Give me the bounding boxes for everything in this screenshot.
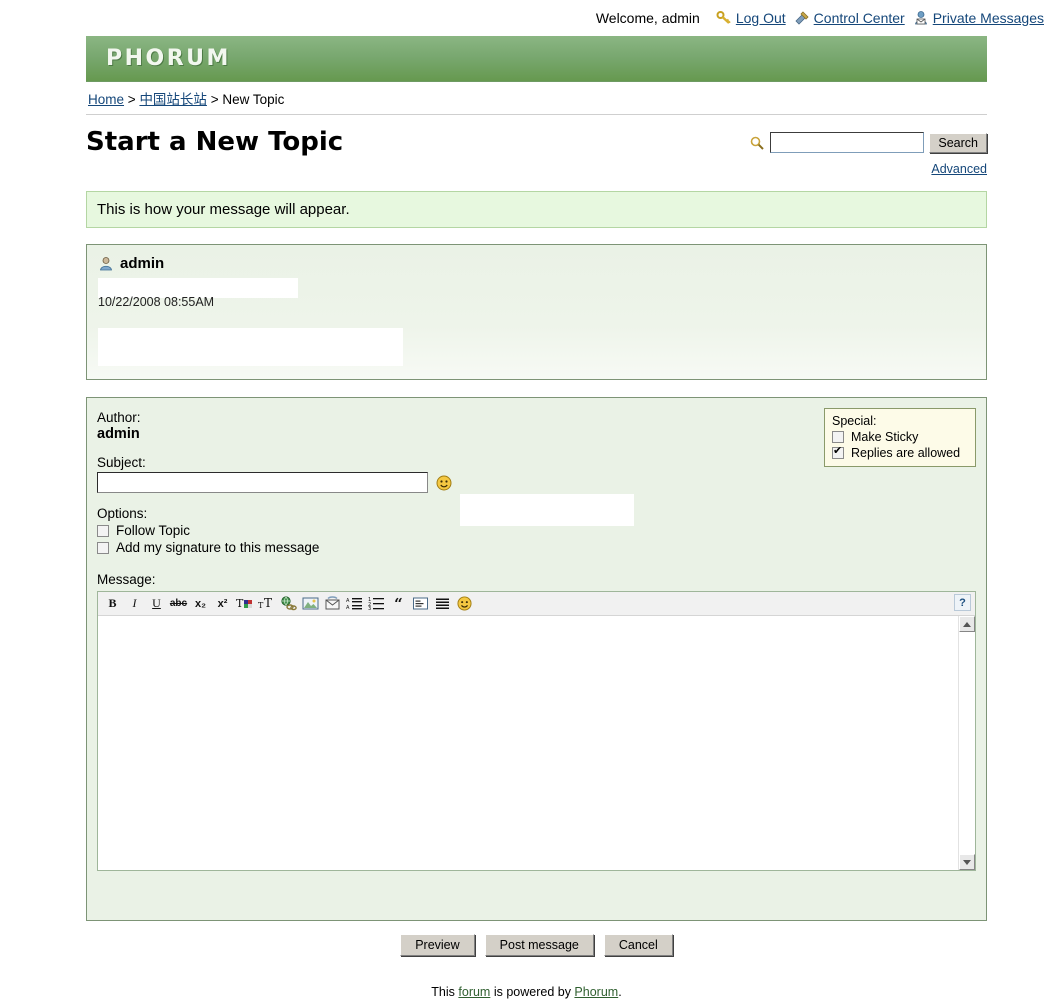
smiley-icon[interactable]: [436, 475, 452, 491]
user-bar: Welcome, admin Log Out Control Center Pr…: [0, 0, 1053, 36]
site-banner: PHORUM: [86, 36, 987, 82]
search-area: Search Advanced: [749, 127, 987, 176]
font-size-icon[interactable]: T T: [256, 594, 277, 613]
editor-toolbar: B I U abc x₂ x² T T T A A 1 2 3 “ ?: [98, 592, 975, 616]
svg-text:A: A: [346, 598, 350, 604]
svg-text:T: T: [264, 596, 272, 610]
make-sticky-label: Make Sticky: [851, 430, 919, 444]
follow-topic-checkbox[interactable]: [97, 524, 109, 537]
private-messages-link-wrap[interactable]: Private Messages: [913, 10, 1044, 26]
cancel-button[interactable]: Cancel: [603, 934, 673, 956]
align-icon[interactable]: [432, 594, 453, 613]
breadcrumb-sep-2: >: [210, 92, 219, 107]
add-signature-label: Add my signature to this message: [116, 540, 320, 555]
add-signature-option[interactable]: Add my signature to this message: [97, 540, 976, 555]
footer-pre: This: [431, 985, 459, 999]
subject-row: [97, 472, 976, 493]
quote-icon[interactable]: “: [388, 594, 409, 613]
svg-text:3: 3: [368, 606, 371, 611]
special-label: Special:: [832, 414, 877, 428]
chevron-down-icon: [963, 859, 971, 865]
scroll-down-button[interactable]: [959, 854, 975, 870]
chevron-up-icon: [963, 621, 971, 627]
private-messages-link[interactable]: Private Messages: [933, 10, 1044, 26]
user-icon: [98, 256, 114, 272]
follow-topic-label: Follow Topic: [116, 523, 191, 538]
search-button[interactable]: Search: [929, 132, 987, 153]
logout-link[interactable]: Log Out: [736, 10, 786, 26]
subject-input[interactable]: [97, 472, 428, 493]
message-textarea[interactable]: [98, 616, 975, 870]
add-signature-checkbox[interactable]: [97, 541, 109, 554]
make-sticky-checkbox[interactable]: [832, 431, 844, 443]
smiley-panel-blank: [460, 494, 634, 526]
italic-icon[interactable]: I: [124, 594, 145, 613]
replies-allowed-checkbox[interactable]: [832, 445, 844, 459]
control-center-link-wrap[interactable]: Control Center: [794, 10, 905, 26]
replies-allowed-option[interactable]: Replies are allowed: [832, 445, 968, 460]
preview-author-name: admin: [120, 255, 165, 272]
special-options-panel: Special: Make Sticky Replies are allowed: [824, 408, 976, 467]
preview-notice: This is how your message will appear.: [86, 191, 987, 228]
svg-text:T: T: [236, 597, 244, 610]
message-preview: admin 10/22/2008 08:55AM: [86, 244, 987, 380]
subscript-icon[interactable]: x₂: [190, 594, 211, 613]
numbered-list-icon[interactable]: 1 2 3: [366, 594, 387, 613]
scroll-up-button[interactable]: [959, 616, 975, 632]
page-root: Welcome, admin Log Out Control Center Pr…: [0, 0, 1053, 1007]
form-actions: Preview Post message Cancel: [86, 934, 987, 956]
breadcrumb-home[interactable]: Home: [88, 92, 124, 107]
magnifier-icon: [749, 135, 765, 151]
footer: This forum is powered by Phorum.: [0, 985, 1053, 999]
footer-phorum-link[interactable]: Phorum: [574, 985, 618, 999]
preview-author-row: admin: [87, 245, 986, 272]
footer-forum-link[interactable]: forum: [458, 985, 490, 999]
preview-date: 10/22/2008 08:55AM: [98, 295, 215, 309]
svg-text:A: A: [346, 605, 350, 611]
page-title: Start a New Topic: [86, 127, 344, 157]
message-textarea-wrap: [98, 616, 975, 870]
advanced-search-link[interactable]: Advanced: [749, 162, 987, 176]
site-logo: PHORUM: [106, 46, 231, 71]
insert-link-icon[interactable]: [278, 594, 299, 613]
new-topic-form: Special: Make Sticky Replies are allowed…: [86, 397, 987, 921]
breadcrumb-sep-1: >: [127, 92, 136, 107]
bold-icon[interactable]: B: [102, 594, 123, 613]
preview-body-blank: [98, 328, 403, 366]
insert-email-icon[interactable]: [322, 594, 343, 613]
bullet-list-icon[interactable]: A A: [344, 594, 365, 613]
breadcrumb-current: New Topic: [222, 92, 285, 107]
code-block-icon[interactable]: [410, 594, 431, 613]
breadcrumb-forum[interactable]: 中国站长站: [139, 92, 207, 107]
key-icon: [716, 10, 732, 26]
superscript-icon[interactable]: x²: [212, 594, 233, 613]
text-color-icon[interactable]: T: [234, 594, 255, 613]
welcome-text: Welcome, admin: [595, 10, 700, 26]
logout-link-wrap[interactable]: Log Out: [716, 10, 786, 26]
message-scrollbar[interactable]: [958, 616, 975, 870]
replies-allowed-label: Replies are allowed: [851, 446, 961, 460]
help-button[interactable]: ?: [954, 594, 971, 611]
insert-image-icon[interactable]: [300, 594, 321, 613]
control-center-link[interactable]: Control Center: [814, 10, 905, 26]
post-message-button[interactable]: Post message: [484, 934, 594, 956]
breadcrumb: Home > 中国站长站 > New Topic: [86, 82, 987, 115]
preview-button[interactable]: Preview: [400, 934, 475, 956]
message-label: Message:: [97, 572, 156, 587]
footer-post: .: [618, 985, 622, 999]
underline-icon[interactable]: U: [146, 594, 167, 613]
tools-icon: [794, 10, 810, 26]
smiley-toolbar-icon[interactable]: [454, 594, 475, 613]
make-sticky-option[interactable]: Make Sticky: [832, 430, 968, 444]
message-editor: B I U abc x₂ x² T T T A A 1 2 3 “ ?: [97, 591, 976, 871]
title-row: Start a New Topic Search Advanced: [86, 115, 987, 177]
search-input[interactable]: [770, 132, 925, 153]
strikethrough-icon[interactable]: abc: [168, 594, 189, 613]
search-line: Search: [749, 132, 987, 153]
footer-mid: is powered by: [490, 985, 575, 999]
mail-person-icon: [913, 10, 929, 26]
